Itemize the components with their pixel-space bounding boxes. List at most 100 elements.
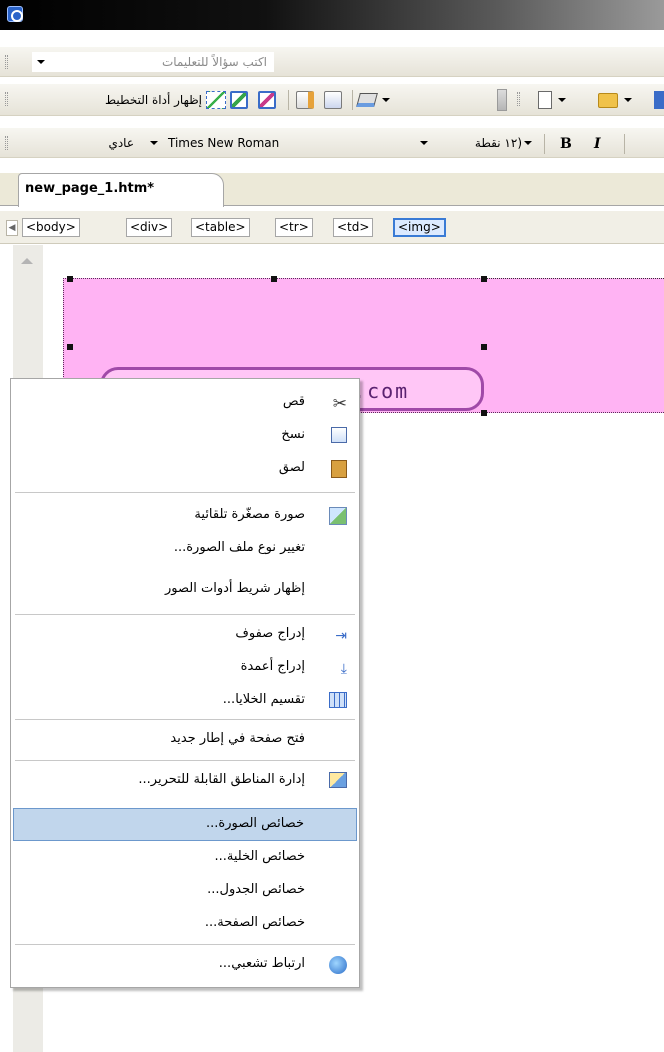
italic-button[interactable]: I	[594, 134, 601, 154]
toolbar-grip[interactable]	[5, 55, 8, 69]
new-page-arrow-icon[interactable]	[558, 98, 566, 102]
menu-item-label: إظهار شريط أدوات الصور	[165, 581, 305, 596]
menu-item-insert-rows[interactable]: ⇥ إدراج صفوف	[13, 619, 357, 652]
tag-table[interactable]: <table>	[191, 218, 250, 237]
font-value: Times New Roman	[168, 136, 280, 150]
toolbar-separator	[544, 134, 545, 154]
toolbar-options-button[interactable]	[497, 89, 507, 111]
menu-item-paste[interactable]: لصق	[13, 453, 357, 486]
help-search-input[interactable]: اكتب سؤالاً للتعليمات	[32, 52, 274, 72]
toolbar-separator	[288, 90, 289, 110]
open-folder-icon	[598, 92, 618, 108]
document-tabs: new_page_1.htm*	[0, 173, 664, 207]
editable-regions-icon	[329, 772, 347, 788]
menu-item-label: صورة مصغّرة تلقائية	[194, 507, 305, 522]
open-arrow-icon[interactable]	[624, 98, 632, 102]
save-button[interactable]	[654, 90, 664, 110]
menu-item-label: إدراج صفوف	[235, 626, 305, 641]
menu-item-picture-properties[interactable]: خصائص الصورة...	[13, 808, 357, 841]
resize-handle[interactable]	[481, 344, 487, 350]
bold-button[interactable]: B	[560, 134, 572, 154]
menu-item-hyperlink[interactable]: ارتباط تشعبي...	[13, 949, 357, 982]
formatting-toolbar: عادي Times New Roman (١٢ نقطة B I	[0, 128, 664, 158]
table-cell-border	[484, 278, 664, 279]
menu-item-insert-columns[interactable]: ⤓ إدراج أعمدة	[13, 652, 357, 685]
resize-handle[interactable]	[67, 344, 73, 350]
menu-item-label: خصائص الخلية...	[214, 849, 305, 864]
menu-item-change-picture-type[interactable]: تغيير نوع ملف الصورة...	[13, 533, 357, 566]
resize-handle[interactable]	[67, 276, 73, 282]
show-layout-tool-button[interactable]: إظهار أداة التخطيط	[36, 90, 226, 110]
table-props-icon	[324, 91, 342, 109]
open-button[interactable]	[598, 90, 632, 110]
table-tool-2-button[interactable]	[258, 90, 276, 110]
help-toolbar: اكتب سؤالاً للتعليمات	[0, 47, 664, 77]
tab-new-page[interactable]: new_page_1.htm*	[18, 173, 224, 207]
menu-item-show-pictures-toolbar[interactable]: إظهار شريط أدوات الصور	[13, 574, 357, 607]
insert-columns-icon: ⤓	[340, 661, 347, 677]
paste-icon	[331, 460, 347, 478]
cell-props-button[interactable]	[296, 90, 314, 110]
font-select[interactable]: Times New Roman	[150, 133, 420, 153]
menu-item-auto-thumbnail[interactable]: صورة مصغّرة تلقائية	[13, 500, 357, 533]
pictures-toolbar: إظهار أداة التخطيط	[0, 84, 664, 116]
menu-item-label: نسخ	[281, 427, 305, 442]
scroll-left-icon[interactable]: ◀	[6, 220, 18, 236]
tag-img[interactable]: <img>	[393, 218, 446, 237]
quick-tag-selector: ◀ <body> <div> <table> <tr> <td> <img>	[0, 211, 664, 244]
menu-item-table-properties[interactable]: خصائص الجدول...	[13, 875, 357, 908]
table-props-button[interactable]	[324, 90, 342, 110]
save-icon	[654, 91, 664, 109]
scroll-up-icon[interactable]	[21, 258, 33, 264]
insert-rows-icon: ⇥	[335, 628, 347, 644]
fill-color-arrow-icon[interactable]	[382, 98, 390, 102]
context-menu: ✂ قص نسخ لصق صورة مصغّرة تلقائية تغيير ن…	[10, 378, 360, 988]
menu-item-cut[interactable]: ✂ قص	[13, 387, 357, 420]
thumbnail-icon	[329, 507, 347, 525]
toolbar-separator	[352, 90, 353, 110]
resize-handle[interactable]	[481, 410, 487, 416]
menu-item-manage-editable-regions[interactable]: إدارة المناطق القابلة للتحرير...	[13, 765, 357, 798]
menu-separator	[15, 760, 355, 761]
resize-handle[interactable]	[481, 276, 487, 282]
tag-td[interactable]: <td>	[333, 218, 374, 237]
fill-color-button[interactable]	[356, 90, 390, 110]
show-layout-tool-label: إظهار أداة التخطيط	[104, 93, 202, 107]
copy-icon	[331, 427, 347, 443]
font-dropdown-arrow-icon[interactable]	[150, 141, 158, 145]
menu-separator	[15, 944, 355, 945]
table-tool-1-button[interactable]	[230, 90, 248, 110]
font-size-value: (١٢ نقطة	[474, 136, 522, 150]
toolbar-options-icon	[497, 89, 507, 111]
cell-edit-icon	[296, 91, 314, 109]
toolbar-grip[interactable]	[5, 136, 8, 150]
toolbar-grip[interactable]	[5, 92, 8, 106]
menu-item-open-new-frame[interactable]: فتح صفحة في إطار جديد	[13, 724, 357, 757]
size-dropdown-arrow-icon[interactable]	[420, 141, 428, 145]
tag-tr[interactable]: <tr>	[275, 218, 313, 237]
menu-item-label: تغيير نوع ملف الصورة...	[173, 540, 305, 555]
menu-item-label: ارتباط تشعبي...	[218, 956, 305, 971]
font-size-select[interactable]: (١٢ نقطة	[420, 133, 532, 153]
menu-item-split-cells[interactable]: تقسيم الخلايا...	[13, 685, 357, 718]
menu-separator	[15, 719, 355, 720]
resize-handle[interactable]	[271, 276, 277, 282]
new-page-button[interactable]	[538, 90, 566, 110]
help-dropdown-arrow-icon[interactable]	[37, 60, 45, 64]
app-icon[interactable]	[7, 6, 23, 22]
menu-item-cell-properties[interactable]: خصائص الخلية...	[13, 842, 357, 875]
style-select[interactable]: عادي	[30, 133, 140, 153]
toolbar-grip[interactable]	[517, 92, 520, 106]
menu-item-label: خصائص الصفحة...	[204, 915, 305, 930]
new-page-icon	[538, 91, 552, 109]
menu-item-label: إدارة المناطق القابلة للتحرير...	[138, 772, 305, 787]
menu-item-page-properties[interactable]: خصائص الصفحة...	[13, 908, 357, 941]
style-value: عادي	[108, 136, 134, 150]
menu-item-copy[interactable]: نسخ	[13, 420, 357, 453]
menu-item-label: إدراج أعمدة	[240, 659, 305, 674]
menu-item-label: قص	[282, 394, 305, 409]
size-secondary-arrow-icon[interactable]	[524, 141, 532, 145]
menu-item-label: فتح صفحة في إطار جديد	[170, 731, 305, 746]
tag-body[interactable]: <body>	[22, 218, 80, 237]
tag-div[interactable]: <div>	[126, 218, 173, 237]
